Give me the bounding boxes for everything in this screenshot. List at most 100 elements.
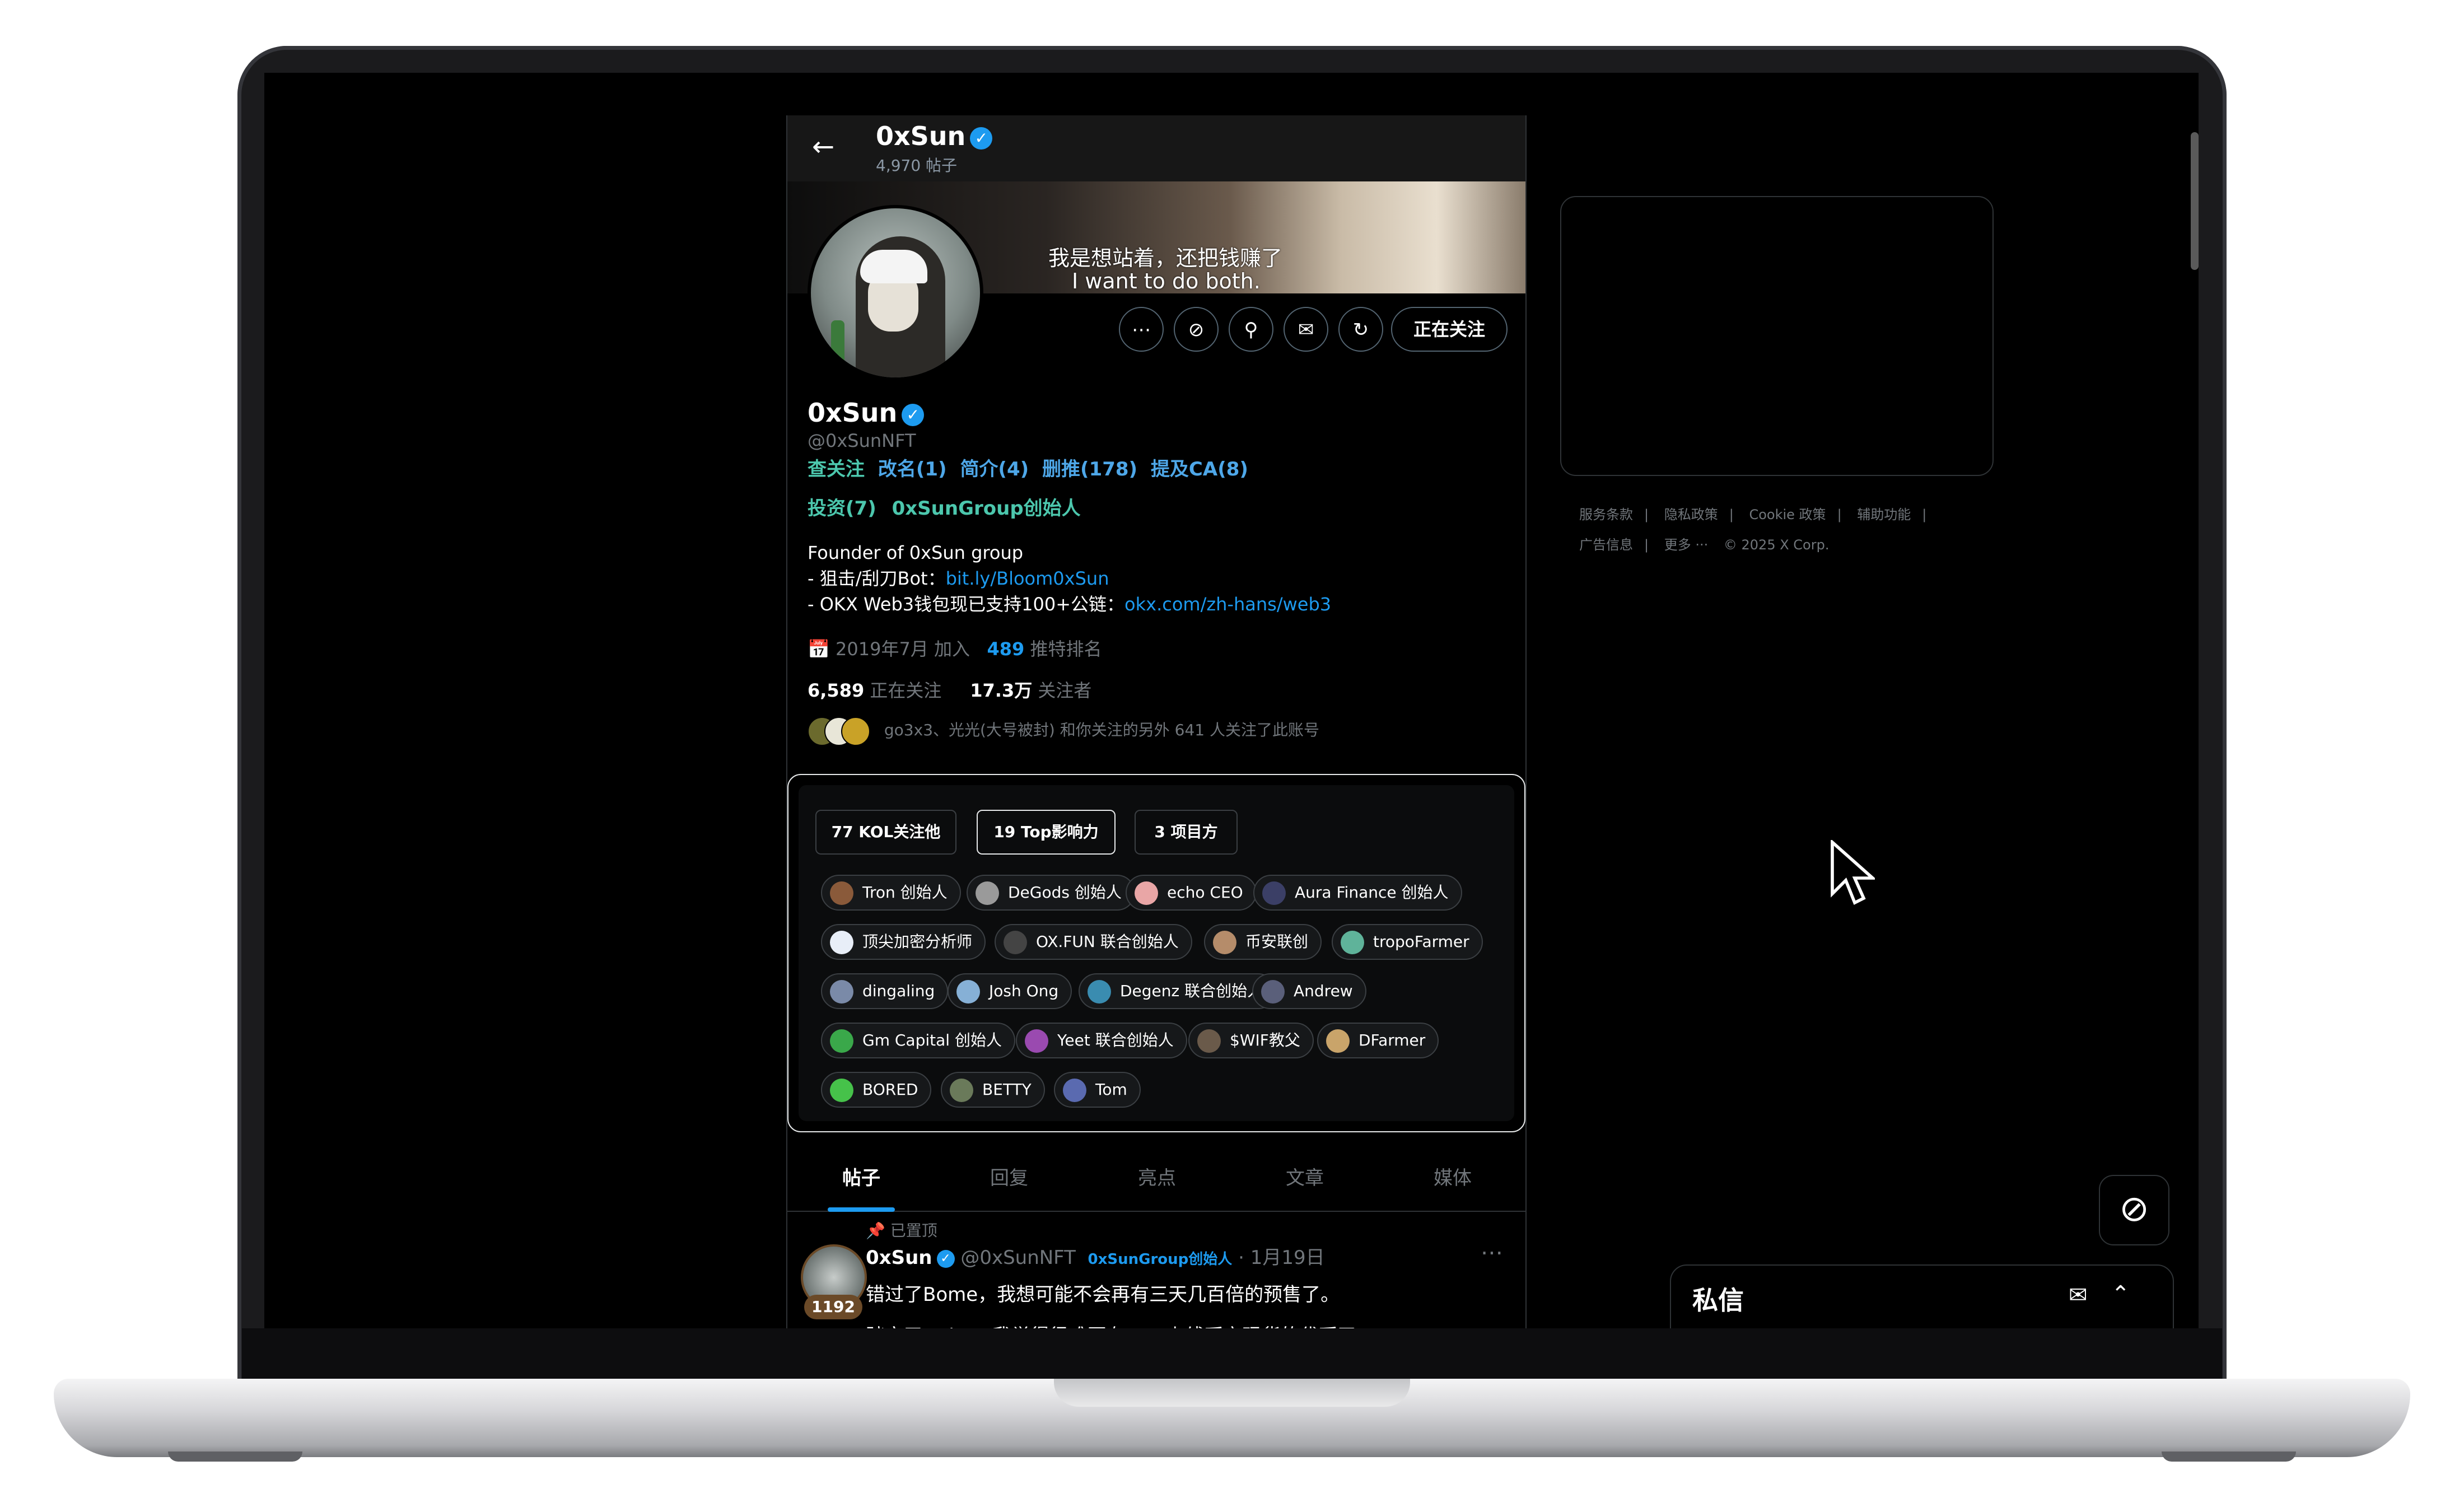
extension-tags-row1: 查关注 改名(1) 简介(4) 删推(178) 提及CA(8) bbox=[808, 454, 1255, 481]
message-icon[interactable]: ✉ bbox=[1284, 307, 1328, 352]
kol-chip[interactable]: Gm Capital 创始人 bbox=[821, 1023, 1015, 1058]
mutual-text: go3x3、光光(大号被封) 和你关注的另外 641 人关注了此账号 bbox=[884, 721, 1320, 739]
tag-rename[interactable]: 改名(1) bbox=[878, 458, 947, 480]
post-text-line: 踏空了Neiro，我觉得很难再有15M上线币安现货的代币了。 bbox=[866, 1313, 1375, 1328]
following-button[interactable]: 正在关注 bbox=[1391, 307, 1508, 352]
pin-icon: 📌 bbox=[866, 1221, 885, 1240]
kol-chip[interactable]: Andrew bbox=[1252, 973, 1366, 1009]
bio-line: - OKX Web3钱包现已支持100+公链：okx.com/zh-hans/w… bbox=[808, 594, 1332, 615]
verified-badge-icon: ✓ bbox=[902, 403, 925, 426]
bio-line: - 狙击/刮刀Bot：bit.ly/Bloom0xSun bbox=[808, 568, 1109, 589]
post-text: 错过了Bome，我想可能不会再有三天几百倍的预售了。 踏空了Neiro，我觉得很… bbox=[866, 1271, 1375, 1328]
laptop-notch bbox=[1054, 1379, 1410, 1407]
pinned-label: 📌 已置顶 bbox=[866, 1221, 937, 1240]
tab-highlights[interactable]: 亮点 bbox=[1138, 1163, 1176, 1190]
joined-date: 2019年7月 加入 bbox=[836, 638, 970, 660]
kol-tab-top-influence[interactable]: 19 Top影响力 bbox=[977, 810, 1116, 855]
footer-cookie[interactable]: Cookie 政策 bbox=[1749, 507, 1826, 522]
footer-copyright: © 2025 X Corp. bbox=[1723, 537, 1830, 553]
bio-line: Founder of 0xSun group bbox=[808, 542, 1024, 563]
kol-chip[interactable]: Yeet 联合创始人 bbox=[1016, 1023, 1187, 1058]
kol-chip[interactable]: Aura Finance 创始人 bbox=[1253, 875, 1462, 911]
post-text-line: 错过了Bome，我想可能不会再有三天几百倍的预售了。 bbox=[866, 1284, 1340, 1306]
tab-articles[interactable]: 文章 bbox=[1286, 1163, 1324, 1190]
bio-link[interactable]: okx.com/zh-hans/web3 bbox=[1124, 594, 1331, 615]
tag-invest[interactable]: 投资(7) bbox=[808, 497, 876, 520]
kol-chip[interactable]: Josh Ong bbox=[948, 973, 1072, 1009]
profile-bio: Founder of 0xSun group - 狙击/刮刀Bot：bit.ly… bbox=[808, 540, 1331, 617]
verified-badge-icon: ✓ bbox=[970, 127, 993, 150]
mutual-avatars bbox=[808, 717, 870, 746]
post-date[interactable]: · 1月19日 bbox=[1238, 1247, 1325, 1269]
screen: ← 0xSun ✓ 4,970 帖子 我是想站着，还把钱赚了 I want to … bbox=[264, 73, 2199, 1328]
kol-chip[interactable]: BORED bbox=[821, 1072, 932, 1108]
profile-handle: @0xSunNFT bbox=[808, 430, 916, 451]
kol-chip[interactable]: Tom bbox=[1054, 1072, 1141, 1108]
kol-tab-projects[interactable]: 3 项目方 bbox=[1135, 810, 1238, 855]
tag-founder[interactable]: 0xSunGroup创始人 bbox=[892, 497, 1081, 520]
kol-chip[interactable]: echo CEO bbox=[1126, 875, 1257, 911]
kol-chip[interactable]: dingaling bbox=[821, 973, 949, 1009]
kol-chip[interactable]: tropoFarmer bbox=[1332, 924, 1483, 960]
grok-icon[interactable]: ⊘ bbox=[1174, 307, 1219, 352]
profile-stats: 6,589 正在关注 17.3万 关注者 bbox=[808, 676, 1091, 702]
tab-replies[interactable]: 回复 bbox=[990, 1163, 1028, 1190]
post-author-group[interactable]: 0xSunGroup创始人 bbox=[1088, 1251, 1233, 1268]
kol-chip[interactable]: OX.FUN 联合创始人 bbox=[995, 924, 1192, 960]
following-stat[interactable]: 6,589 正在关注 bbox=[808, 680, 941, 701]
tag-check-following[interactable]: 查关注 bbox=[808, 458, 865, 480]
topbar-name: 0xSun ✓ bbox=[876, 121, 993, 151]
tab-posts[interactable]: 帖子 bbox=[842, 1163, 880, 1190]
kol-chip[interactable]: Degenz 联合创始人 bbox=[1079, 973, 1277, 1009]
followers-stat[interactable]: 17.3万 关注者 bbox=[970, 680, 1091, 701]
kol-chip[interactable]: DeGods 创始人 bbox=[967, 875, 1135, 911]
kol-chip[interactable]: BETTY bbox=[941, 1072, 1045, 1108]
tab-media[interactable]: 媒体 bbox=[1434, 1163, 1472, 1190]
kol-chip[interactable]: Tron 创始人 bbox=[821, 875, 961, 911]
more-options-button[interactable]: ⋯ bbox=[1119, 307, 1164, 352]
new-message-icon[interactable]: ✉ bbox=[2069, 1282, 2088, 1308]
grok-icon[interactable]: ⊘ bbox=[2099, 1175, 2169, 1245]
arrow-left-icon[interactable]: ← bbox=[812, 131, 834, 162]
kol-tab-followers[interactable]: 77 KOL关注他 bbox=[815, 810, 956, 855]
tag-bio[interactable]: 简介(4) bbox=[960, 458, 1029, 480]
kol-chip[interactable]: 顶尖加密分析师 bbox=[821, 924, 986, 960]
kol-chip[interactable]: 币安联创 bbox=[1204, 924, 1322, 960]
bio-link[interactable]: bit.ly/Bloom0xSun bbox=[946, 568, 1109, 589]
page-scrollbar[interactable] bbox=[2191, 132, 2199, 270]
footer-privacy[interactable]: 隐私政策 bbox=[1664, 507, 1718, 522]
footer-ads[interactable]: 广告信息 bbox=[1579, 537, 1633, 553]
chevron-up-icon[interactable]: ⌃ bbox=[2111, 1281, 2130, 1307]
profile-avatar[interactable] bbox=[808, 205, 983, 381]
mutual-followers[interactable]: go3x3、光光(大号被封) 和你关注的另外 641 人关注了此账号 bbox=[808, 717, 1320, 746]
notification-bell-icon[interactable]: ↻ bbox=[1338, 307, 1383, 352]
footer-more[interactable]: 更多 ··· bbox=[1664, 537, 1709, 553]
pinned-post[interactable]: 📌 已置顶 1192 0xSun ✓ @0xSunNFT 0xSunGroup创始… bbox=[787, 1213, 1525, 1328]
profile-column: ← 0xSun ✓ 4,970 帖子 我是想站着，还把钱赚了 I want to … bbox=[786, 115, 1527, 1328]
banner-subtitle-zh: 我是想站着，还把钱赚了 bbox=[1048, 246, 1283, 270]
tag-ca[interactable]: 提及CA(8) bbox=[1151, 458, 1248, 480]
calendar-icon: 📅 bbox=[808, 638, 830, 660]
post-more-icon[interactable]: ⋯ bbox=[1481, 1240, 1503, 1266]
profile-name: 0xSun ✓ bbox=[808, 398, 925, 428]
footer-terms[interactable]: 服务条款 bbox=[1579, 507, 1633, 522]
footer-accessibility[interactable]: 辅助功能 bbox=[1857, 507, 1911, 522]
banner-subtitle-en: I want to do both. bbox=[1072, 269, 1261, 293]
active-tab-indicator bbox=[828, 1207, 895, 1212]
kol-chip[interactable]: DFarmer bbox=[1317, 1023, 1439, 1058]
tag-deleted[interactable]: 删推(178) bbox=[1042, 458, 1137, 480]
rank-value[interactable]: 489 bbox=[987, 638, 1025, 660]
kol-panel: 77 KOL关注他 19 Top影响力 3 项目方 Tron 创始人 DeGod… bbox=[787, 774, 1525, 1132]
laptop-foot-left bbox=[168, 1452, 302, 1462]
topbar-posts-count: 4,970 帖子 bbox=[876, 156, 958, 175]
messages-drawer[interactable]: 私信 ✉ ⌃ bbox=[1670, 1264, 2174, 1328]
search-icon[interactable]: ⚲ bbox=[1229, 307, 1273, 352]
profile-tabs: 帖子 回复 亮点 文章 媒体 bbox=[787, 1141, 1525, 1212]
post-author-handle[interactable]: @0xSunNFT bbox=[960, 1247, 1076, 1269]
post-avatar-badge: 1192 bbox=[804, 1295, 862, 1319]
sidebar-footer-links: 服务条款 | 隐私政策 | Cookie 政策 | 辅助功能 | 广告信息 | 更多 ··… bbox=[1579, 507, 1927, 553]
post-author-name[interactable]: 0xSun bbox=[866, 1247, 932, 1269]
kol-chip[interactable]: $WIF教父 bbox=[1188, 1023, 1314, 1058]
verified-badge-icon: ✓ bbox=[936, 1249, 955, 1268]
post-header: 0xSun ✓ @0xSunNFT 0xSunGroup创始人 · 1月19日 bbox=[866, 1242, 1325, 1270]
